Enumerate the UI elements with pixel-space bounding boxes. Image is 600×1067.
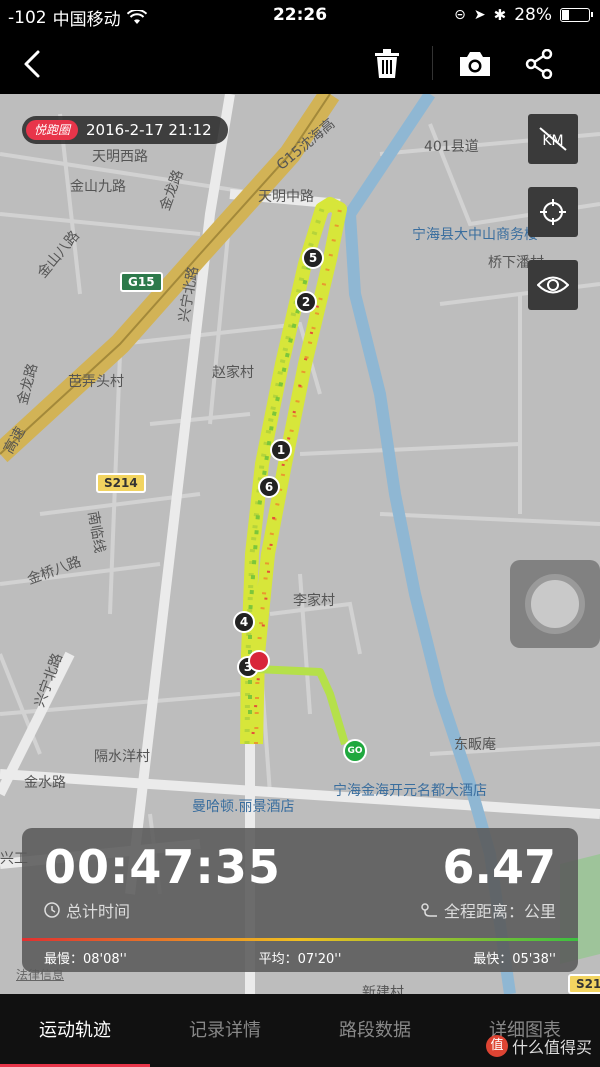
nav-bar <box>0 32 600 94</box>
map-label: 新建村 <box>362 985 404 994</box>
trash-icon <box>375 49 399 78</box>
camera-icon <box>460 52 490 76</box>
route-icon <box>421 903 437 917</box>
back-button[interactable] <box>14 44 54 84</box>
run-date-chip: 悦跑圈 2016-2-17 21:12 <box>22 116 228 144</box>
distance-label: 全程距离：公里 <box>443 902 556 921</box>
nav-divider <box>432 46 433 80</box>
delete-button[interactable] <box>365 42 409 86</box>
km-marker-1[interactable]: 1 <box>270 439 292 461</box>
duration-label-row: 总计时间 <box>44 898 130 922</box>
tab-bar: 运动轨迹 记录详情 路段数据 详细图表 值 什么值得买 <box>0 994 600 1067</box>
assistive-touch-knob <box>525 574 585 634</box>
locate-button[interactable] <box>528 187 578 237</box>
location-icon: ➤ <box>473 7 486 23</box>
run-date: 2016-2-17 21:12 <box>86 121 212 139</box>
map-label: 赵家村 <box>212 365 254 381</box>
map-label: 宁海县大中山商务楼 <box>412 227 538 243</box>
km-marker-5[interactable]: 5 <box>302 247 324 269</box>
tab-segment-data[interactable]: 路段数据 <box>300 1016 450 1042</box>
pace-gradient-bar <box>22 938 578 941</box>
eye-icon <box>537 276 569 294</box>
battery-icon <box>560 8 593 22</box>
watermark-text: 什么值得买 <box>511 1038 592 1057</box>
share-button[interactable] <box>517 42 561 86</box>
map-label: 天明中路 <box>258 189 314 205</box>
battery-percent: 28% <box>514 5 552 25</box>
tab-track[interactable]: 运动轨迹 <box>0 1016 150 1042</box>
brand-tag: 悦跑圈 <box>26 120 79 140</box>
map-label: 曼哈顿.丽景酒店 <box>192 799 295 815</box>
fastest-pace: 最快：05'38'' <box>473 952 556 967</box>
chevron-left-icon <box>24 50 40 78</box>
highway-shield: G15 <box>120 272 163 292</box>
watermark: 值 什么值得买 <box>485 1034 592 1058</box>
duration-label: 总计时间 <box>66 902 131 921</box>
distance-label-row: 全程距离：公里 <box>420 898 556 922</box>
tab-record-details[interactable]: 记录详情 <box>150 1016 300 1042</box>
km-marker-4[interactable]: 4 <box>233 611 255 633</box>
start-marker[interactable]: GO <box>343 739 367 763</box>
map-label: 东畈庵 <box>454 737 496 753</box>
road-shield: S21 <box>568 974 600 994</box>
road-shield: S214 <box>96 473 146 493</box>
map-label: 天明西路 <box>92 149 148 165</box>
total-duration: 00:47:35 <box>44 840 281 894</box>
total-distance: 6.47 <box>442 840 557 894</box>
map-label: 李家村 <box>293 593 335 609</box>
map-label: 金水路 <box>24 775 66 791</box>
km-marker-6[interactable]: 6 <box>258 476 280 498</box>
map-label: 401县道 <box>424 139 479 155</box>
bluetooth-icon: ✱ <box>493 6 507 24</box>
km-marker-2[interactable]: 2 <box>295 291 317 313</box>
status-bar: -102 中国移动 22:26 ⊝ ➤ ✱ 28% <box>0 0 600 32</box>
visibility-button[interactable] <box>528 260 578 310</box>
locate-icon <box>540 199 566 225</box>
map-label: 隔水洋村 <box>94 749 150 765</box>
km-toggle-icon: KM <box>539 127 567 151</box>
orientation-lock-icon: ⊝ <box>454 7 466 23</box>
assistive-touch-button[interactable] <box>510 560 600 648</box>
map-label: 金山九路 <box>70 179 126 195</box>
map-label: 宁海金海开元名都大酒店 <box>333 783 487 799</box>
finish-marker[interactable] <box>248 650 270 672</box>
km-toggle-button[interactable]: KM <box>528 114 578 164</box>
watermark-logo-icon: 值 <box>485 1035 508 1057</box>
share-icon <box>525 49 553 79</box>
screenshot-button[interactable] <box>453 42 497 86</box>
map-label: 芭弄头村 <box>68 374 124 390</box>
run-summary-card: 00:47:35 6.47 总计时间 全程距离：公里 最慢：08'08'' 平均… <box>22 828 578 972</box>
clock-icon <box>44 902 60 918</box>
